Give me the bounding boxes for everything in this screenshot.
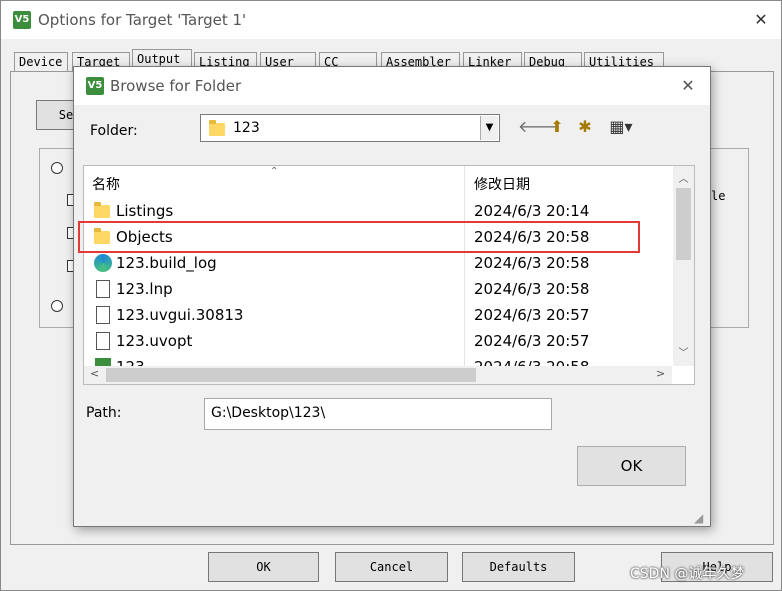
item-date: 2024/6/3 20:58: [474, 358, 589, 366]
item-name: 123.uvgui.30813: [116, 306, 244, 324]
item-name: 123.uvopt: [116, 332, 193, 350]
resize-grip-icon[interactable]: ◢: [694, 511, 703, 525]
chevron-down-icon[interactable]: ▼: [480, 116, 498, 140]
dialog-title-bar: V5 Browse for Folder ✕: [74, 67, 710, 105]
vertical-scrollbar[interactable]: ︿ ﹀: [673, 166, 694, 366]
horizontal-scrollbar[interactable]: < >: [84, 366, 672, 384]
column-date-header[interactable]: 修改日期: [474, 174, 530, 194]
path-input[interactable]: G:\Desktop\123\: [204, 398, 552, 430]
list-item[interactable]: 123 2024/6/3 20:58: [84, 354, 672, 366]
folder-icon: [209, 120, 225, 136]
list-item[interactable]: 123.build_log 2024/6/3 20:58: [84, 250, 672, 276]
list-item[interactable]: 123.lnp 2024/6/3 20:58: [84, 276, 672, 302]
list-item[interactable]: 123.uvopt 2024/6/3 20:57: [84, 328, 672, 354]
item-name: 123.lnp: [116, 280, 173, 298]
browse-folder-dialog: V5 Browse for Folder ✕ Folder: 123 ▼ 🡐 ⬆…: [73, 66, 711, 527]
keil-app-icon: V5: [13, 11, 31, 29]
cancel-button[interactable]: Cancel: [335, 552, 448, 582]
tab-device[interactable]: Device: [14, 52, 68, 71]
item-date: 2024/6/3 20:58: [474, 280, 590, 298]
item-name: Listings: [116, 202, 174, 220]
item-name: 123: [116, 358, 145, 366]
dialog-close-icon[interactable]: ✕: [678, 76, 698, 96]
defaults-button[interactable]: Defaults: [462, 552, 575, 582]
outer-close-icon[interactable]: ✕: [751, 10, 771, 30]
dialog-title: Browse for Folder: [110, 77, 242, 95]
file-icon: [94, 306, 112, 324]
vertical-scroll-thumb[interactable]: [676, 188, 691, 260]
new-folder-icon[interactable]: ✱: [574, 117, 596, 137]
horizontal-scroll-thumb[interactable]: [106, 368, 476, 382]
folder-icon: [94, 202, 112, 220]
column-name-header[interactable]: 名称: [92, 174, 120, 194]
up-folder-icon[interactable]: ⬆: [546, 117, 568, 137]
scroll-right-icon[interactable]: >: [656, 367, 665, 380]
outer-window-title: Options for Target 'Target 1': [38, 11, 247, 29]
folder-label: Folder:: [90, 123, 138, 139]
ok-button[interactable]: OK: [577, 446, 686, 486]
create-executable-radio[interactable]: [51, 162, 63, 174]
item-date: 2024/6/3 20:57: [474, 332, 590, 350]
folder-list: ⌃ 名称 修改日期 Listings 2024/6/3 20:14 Object…: [83, 165, 695, 385]
keil-project-icon: [94, 358, 112, 366]
folder-dropdown[interactable]: 123 ▼: [200, 114, 500, 142]
file-icon: [94, 280, 112, 298]
item-date: 2024/6/3 20:58: [474, 254, 590, 272]
partial-option-label: le: [711, 189, 726, 203]
scroll-down-icon[interactable]: ﹀: [673, 344, 694, 359]
scroll-up-icon[interactable]: ︿: [673, 170, 694, 185]
folder-value: 123: [233, 120, 260, 136]
path-label: Path:: [86, 405, 122, 421]
item-date: 2024/6/3 20:57: [474, 306, 590, 324]
file-icon: [94, 332, 112, 350]
back-arrow-icon[interactable]: 🡐: [518, 117, 561, 137]
watermark: CSDN @诚年久梦: [630, 566, 745, 582]
scroll-left-icon[interactable]: <: [90, 367, 99, 380]
item-date: 2024/6/3 20:14: [474, 202, 590, 220]
edge-browser-icon: [94, 254, 112, 272]
sort-up-icon: ⌃: [270, 166, 279, 177]
view-menu-icon[interactable]: ▦▾: [602, 117, 640, 137]
create-library-radio[interactable]: [51, 300, 63, 312]
item-name: 123.build_log: [116, 254, 217, 272]
list-item[interactable]: 123.uvgui.30813 2024/6/3 20:57: [84, 302, 672, 328]
keil-dialog-icon: V5: [86, 77, 104, 95]
outer-title-bar: V5 Options for Target 'Target 1' ✕: [1, 1, 781, 39]
highlight-box: [78, 221, 640, 253]
ok-button-outer[interactable]: OK: [208, 552, 319, 582]
